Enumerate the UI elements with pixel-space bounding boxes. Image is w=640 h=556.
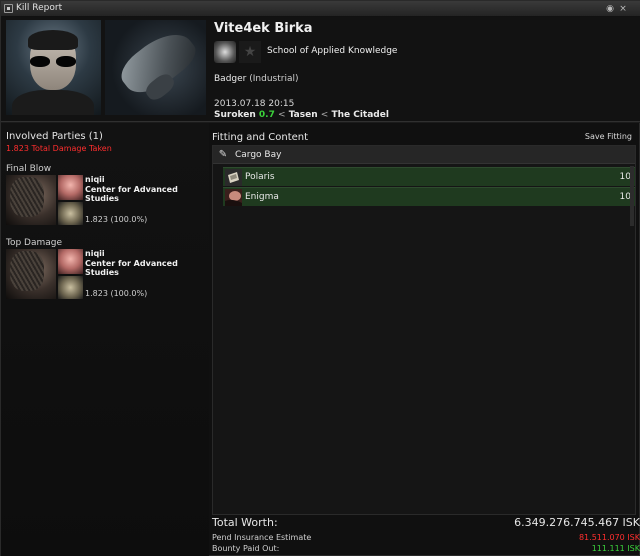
victim-ship-image[interactable]: [105, 20, 206, 115]
attacker-weapon-icon[interactable]: [58, 202, 83, 225]
attacker-hair: [10, 177, 44, 217]
bounty-label: Bounty Paid Out:: [212, 544, 280, 553]
attacker-corporation[interactable]: Center for Advanced Studies: [85, 259, 206, 277]
portrait-body: [12, 90, 94, 115]
fitting-content-list: ✎ Cargo Bay Polaris 10 Enigma 10: [212, 145, 636, 515]
item-name: Polaris: [245, 172, 275, 182]
alliance-logo-icon: ★: [239, 41, 261, 63]
victim-ship[interactable]: Badger: [214, 74, 246, 84]
kill-datetime: 2013.07.18 20:15: [214, 99, 295, 109]
final-blow-attacker[interactable]: niqii Center for Advanced Studies 1.823 …: [6, 175, 206, 227]
attacker-weapon-icon[interactable]: [58, 276, 83, 299]
victim-ship-line: Badger (Industrial): [214, 74, 298, 84]
attacker-ship-icon[interactable]: [58, 249, 83, 274]
final-blow-label: Final Blow: [6, 164, 52, 174]
kill-report-icon: [4, 4, 13, 13]
total-worth-value: 6.349.276.745.467 ISK: [514, 516, 640, 529]
title-bar[interactable]: Kill Report ◉ ×: [1, 1, 640, 17]
victim-ship-class: (Industrial): [249, 74, 299, 84]
worth-summary: Total Worth: 6.349.276.745.467 ISK Pend …: [211, 514, 640, 556]
portrait-hair: [28, 30, 78, 50]
corporation-logo-icon[interactable]: [214, 41, 236, 63]
involved-parties-panel: Involved Parties (1) 1.823 Total Damage …: [1, 123, 209, 556]
cargo-bay-header[interactable]: ✎ Cargo Bay: [213, 146, 635, 164]
attacker-portrait[interactable]: [6, 249, 56, 299]
item-name: Enigma: [245, 192, 279, 202]
settings-icon[interactable]: ◉: [605, 4, 615, 14]
enigma-item-icon: [225, 189, 242, 206]
window-title: Kill Report: [16, 3, 63, 13]
total-worth-label: Total Worth:: [212, 516, 278, 529]
portrait-glasses: [30, 56, 76, 68]
location-security: 0.7: [258, 110, 275, 120]
save-fitting-button[interactable]: Save Fitting: [585, 132, 632, 141]
kill-location: Suroken 0.7 < Tasen < The Citadel: [214, 110, 389, 120]
insurance-value: 81.511.070 ISK: [578, 533, 640, 542]
bounty-value: 111.111 ISK: [591, 544, 640, 553]
cargo-bay-label: Cargo Bay: [235, 150, 282, 160]
attacker-name[interactable]: niqii: [85, 249, 105, 258]
location-separator: <: [320, 110, 329, 120]
attacker-hair: [10, 251, 44, 291]
attacker-damage: 1.823 (100.0%): [85, 289, 148, 298]
total-damage-taken: 1.823 Total Damage Taken: [6, 144, 112, 153]
top-damage-attacker[interactable]: niqii Center for Advanced Studies 1.823 …: [6, 249, 206, 301]
fitting-panel: Fitting and Content Save Fitting ✎ Cargo…: [211, 123, 640, 556]
attacker-portrait[interactable]: [6, 175, 56, 225]
top-damage-label: Top Damage: [6, 238, 63, 248]
victim-name[interactable]: Vite4ek Birka: [214, 21, 313, 36]
location-constellation[interactable]: Tasen: [289, 110, 318, 120]
fitting-title: Fitting and Content: [212, 132, 309, 143]
attacker-name[interactable]: niqii: [85, 175, 105, 184]
attacker-ship-icon[interactable]: [58, 175, 83, 200]
close-icon[interactable]: ×: [618, 4, 628, 14]
cargo-bay-icon: ✎: [218, 149, 228, 160]
victim-header: Vite4ek Birka ★ School of Applied Knowle…: [1, 17, 640, 121]
location-separator: <: [278, 110, 286, 120]
victim-portrait[interactable]: [6, 20, 101, 115]
kill-report-window: Kill Report ◉ × Vite4ek Birka ★ School o…: [0, 0, 640, 556]
cargo-item-row[interactable]: Enigma 10: [223, 187, 635, 206]
polaris-item-icon: [225, 169, 242, 186]
attacker-damage: 1.823 (100.0%): [85, 215, 148, 224]
cargo-item-row[interactable]: Polaris 10: [223, 167, 635, 186]
fitting-scrollbar[interactable]: [630, 166, 634, 226]
attacker-corporation[interactable]: Center for Advanced Studies: [85, 185, 206, 203]
victim-corporation[interactable]: School of Applied Knowledge: [267, 46, 397, 56]
involved-parties-title: Involved Parties (1): [6, 131, 103, 142]
location-system[interactable]: Suroken: [214, 110, 256, 120]
insurance-label: Pend Insurance Estimate: [212, 533, 312, 542]
